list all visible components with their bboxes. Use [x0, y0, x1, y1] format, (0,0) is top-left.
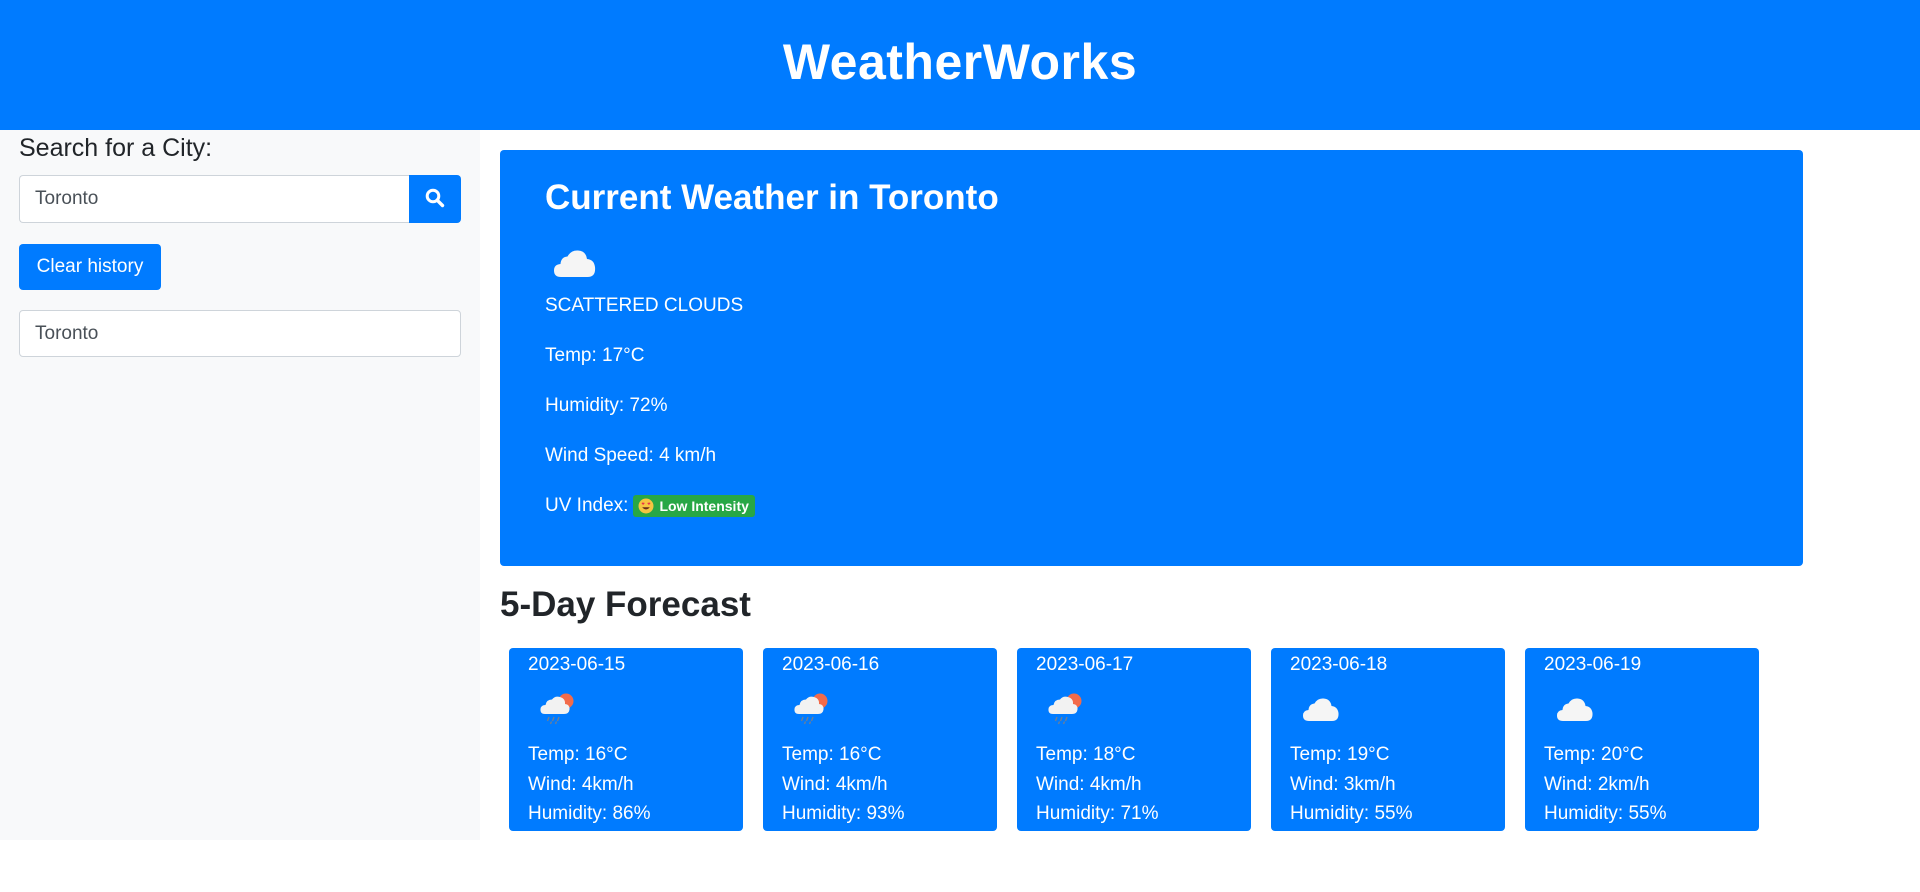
- cloud-icon: [552, 246, 598, 282]
- forecast-humidity: Humidity: 93%: [782, 803, 905, 824]
- forecast-temp: Temp: 16°C: [782, 744, 882, 765]
- forecast-card: 2023-06-19 Temp: 20°C Wind: 2km/h Humidi…: [1525, 648, 1759, 831]
- smiling-face-with-heart-eyes-icon: [638, 498, 654, 514]
- forecast-date: 2023-06-15: [528, 654, 626, 675]
- forecast-date: 2023-06-18: [1290, 654, 1388, 675]
- forecast-date: 2023-06-16: [782, 654, 880, 675]
- weather-description: SCATTERED CLOUDS: [545, 295, 744, 316]
- forecast-card: 2023-06-15 Temp: 16°C Wind: 4km/h Humidi…: [509, 648, 743, 831]
- forecast-temp: Temp: 19°C: [1290, 744, 1390, 765]
- forecast-temp: Temp: 20°C: [1544, 744, 1644, 765]
- forecast-humidity: Humidity: 55%: [1290, 803, 1413, 824]
- uv-index-label: UV Index:: [545, 495, 629, 516]
- forecast-temp: Temp: 16°C: [528, 744, 628, 765]
- current-weather-card: Current Weather in Toronto SCATTERED CLO…: [500, 150, 1803, 566]
- forecast-card: 2023-06-17 Temp: 18°C Wind: 4km/h Humidi…: [1017, 648, 1251, 831]
- search-icon: [425, 188, 445, 211]
- forecast-card: 2023-06-18 Temp: 19°C Wind: 3km/h Humidi…: [1271, 648, 1505, 831]
- current-weather-title: Current Weather in Toronto: [545, 178, 999, 217]
- sun-rain-cloud-icon: [539, 690, 579, 726]
- current-humidity: Humidity: 72%: [545, 395, 668, 416]
- cloud-icon: [1555, 690, 1595, 726]
- app-title: WeatherWorks: [782, 34, 1138, 90]
- forecast-wind: Wind: 4km/h: [782, 774, 888, 795]
- forecast-humidity: Humidity: 71%: [1036, 803, 1159, 824]
- search-history-list: Toronto: [19, 310, 461, 357]
- app-header: WeatherWorks: [0, 0, 1920, 130]
- forecast-wind: Wind: 2km/h: [1544, 774, 1650, 795]
- uv-index-badge: Low Intensity: [633, 495, 755, 517]
- search-heading: Search for a City:: [19, 134, 213, 162]
- city-search-input[interactable]: [19, 175, 409, 223]
- forecast-card: 2023-06-16 Temp: 16°C Wind: 4km/h Humidi…: [763, 648, 997, 831]
- current-wind-speed: Wind Speed: 4 km/h: [545, 445, 717, 466]
- forecast-humidity: Humidity: 55%: [1544, 803, 1667, 824]
- history-item-toronto[interactable]: Toronto: [19, 310, 461, 357]
- uv-index-row: UV Index: Low Intensity: [545, 495, 755, 517]
- forecast-humidity: Humidity: 86%: [528, 803, 651, 824]
- forecast-wind: Wind: 4km/h: [528, 774, 634, 795]
- sidebar: [0, 130, 480, 840]
- search-button[interactable]: [409, 175, 461, 223]
- forecast-row: 2023-06-15 Temp: 16°C Wind: 4km/h Humidi…: [509, 648, 1759, 831]
- sun-rain-cloud-icon: [793, 690, 833, 726]
- cloud-icon: [1301, 690, 1341, 726]
- forecast-wind: Wind: 3km/h: [1290, 774, 1396, 795]
- clear-history-button[interactable]: Clear history: [19, 244, 161, 290]
- forecast-date: 2023-06-17: [1036, 654, 1134, 675]
- uv-badge-text: Low Intensity: [659, 498, 749, 514]
- current-temp: Temp: 17°C: [545, 345, 645, 366]
- forecast-wind: Wind: 4km/h: [1036, 774, 1142, 795]
- forecast-temp: Temp: 18°C: [1036, 744, 1136, 765]
- sun-rain-cloud-icon: [1047, 690, 1087, 726]
- forecast-heading: 5-Day Forecast: [500, 585, 751, 624]
- forecast-date: 2023-06-19: [1544, 654, 1642, 675]
- search-group: [19, 175, 461, 223]
